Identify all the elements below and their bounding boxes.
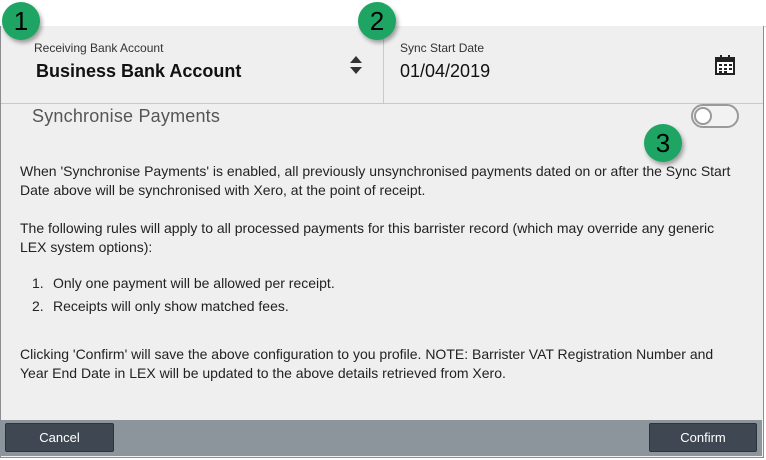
list-item: 2. Receipts will only show matched fees.	[32, 297, 335, 320]
sort-updown-icon[interactable]	[347, 54, 365, 76]
list-item-text: Only one payment will be allowed per rec…	[53, 275, 335, 291]
toggle-knob	[694, 107, 712, 125]
confirm-button[interactable]: Confirm	[649, 423, 757, 452]
sync-start-date-value: 01/04/2019	[400, 61, 491, 81]
rules-intro-text: The following rules will apply to all pr…	[20, 220, 715, 255]
sync-start-date-label: Sync Start Date	[400, 41, 485, 55]
receiving-bank-account-value: Business Bank Account	[36, 61, 242, 81]
callout-badge-2: 2	[358, 2, 396, 40]
rules-list: 1. Only one payment will be allowed per r…	[32, 274, 335, 320]
receiving-bank-account-label: Receiving Bank Account	[34, 41, 164, 55]
list-item: 1. Only one payment will be allowed per r…	[32, 274, 335, 297]
calendar-icon[interactable]	[714, 54, 736, 76]
synchronise-payments-title: Synchronise Payments	[32, 106, 221, 126]
list-item-number: 1.	[32, 275, 44, 291]
list-item-text: Receipts will only show matched fees.	[53, 298, 289, 314]
receiving-bank-account-select[interactable]: Receiving Bank Account Business Bank Acc…	[1, 26, 384, 103]
callout-badge-1: 1	[2, 2, 40, 40]
confirm-note-text: Clicking 'Confirm' will save the above c…	[20, 346, 714, 381]
list-item-number: 2.	[32, 298, 44, 314]
synchronise-payments-toggle[interactable]	[691, 104, 739, 128]
sync-description-text: When 'Synchronise Payments' is enabled, …	[20, 163, 731, 198]
dialog-footer: Cancel Confirm	[0, 420, 762, 456]
sync-start-date-field[interactable]: Sync Start Date 01/04/2019	[384, 26, 763, 103]
callout-badge-3: 3	[644, 124, 682, 162]
cancel-button[interactable]: Cancel	[5, 423, 114, 452]
